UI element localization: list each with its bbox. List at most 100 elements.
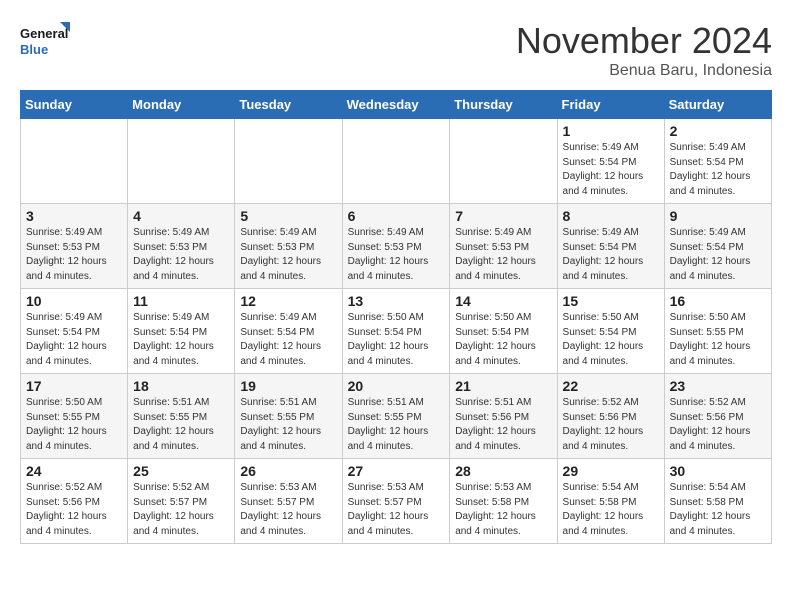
day-number: 13 xyxy=(348,293,445,309)
day-number: 6 xyxy=(348,208,445,224)
weekday-header-wednesday: Wednesday xyxy=(342,91,450,119)
calendar-cell: 23 Sunrise: 5:52 AMSunset: 5:56 PMDayligh… xyxy=(664,374,771,459)
day-number: 30 xyxy=(670,463,766,479)
day-info: Sunrise: 5:52 AMSunset: 5:56 PMDaylight:… xyxy=(563,396,659,454)
day-info: Sunrise: 5:49 AMSunset: 5:54 PMDaylight:… xyxy=(670,226,766,284)
day-info: Sunrise: 5:53 AMSunset: 5:58 PMDaylight:… xyxy=(455,481,551,539)
day-info: Sunrise: 5:50 AMSunset: 5:54 PMDaylight:… xyxy=(455,311,551,369)
calendar-cell: 24 Sunrise: 5:52 AMSunset: 5:56 PMDayligh… xyxy=(21,459,128,544)
logo: General Blue xyxy=(20,20,70,65)
day-info: Sunrise: 5:49 AMSunset: 5:53 PMDaylight:… xyxy=(240,226,336,284)
day-number: 7 xyxy=(455,208,551,224)
day-number: 1 xyxy=(563,123,659,139)
day-info: Sunrise: 5:49 AMSunset: 5:53 PMDaylight:… xyxy=(455,226,551,284)
calendar-cell: 20Sunrise: 5:51 AMSunset: 5:55 PMDayligh… xyxy=(342,374,450,459)
calendar-cell: 5 Sunrise: 5:49 AMSunset: 5:53 PMDaylight… xyxy=(235,204,342,289)
calendar-cell: 13 Sunrise: 5:50 AMSunset: 5:54 PMDayligh… xyxy=(342,289,450,374)
weekday-header-row: SundayMondayTuesdayWednesdayThursdayFrid… xyxy=(21,91,772,119)
day-number: 29 xyxy=(563,463,659,479)
calendar-week-2: 3 Sunrise: 5:49 AMSunset: 5:53 PMDaylight… xyxy=(21,204,772,289)
calendar-cell: 11Sunrise: 5:49 AMSunset: 5:54 PMDayligh… xyxy=(128,289,235,374)
day-info: Sunrise: 5:49 AMSunset: 5:54 PMDaylight:… xyxy=(240,311,336,369)
month-title: November 2024 xyxy=(516,20,772,62)
day-info: Sunrise: 5:52 AMSunset: 5:56 PMDaylight:… xyxy=(670,396,766,454)
day-number: 8 xyxy=(563,208,659,224)
calendar-cell: 26 Sunrise: 5:53 AMSunset: 5:57 PMDayligh… xyxy=(235,459,342,544)
day-number: 4 xyxy=(133,208,229,224)
day-info: Sunrise: 5:54 AMSunset: 5:58 PMDaylight:… xyxy=(563,481,659,539)
day-number: 2 xyxy=(670,123,766,139)
day-number: 26 xyxy=(240,463,336,479)
day-info: Sunrise: 5:54 AMSunset: 5:58 PMDaylight:… xyxy=(670,481,766,539)
calendar-cell: 7 Sunrise: 5:49 AMSunset: 5:53 PMDaylight… xyxy=(450,204,557,289)
calendar-cell: 14 Sunrise: 5:50 AMSunset: 5:54 PMDayligh… xyxy=(450,289,557,374)
calendar-cell: 28Sunrise: 5:53 AMSunset: 5:58 PMDayligh… xyxy=(450,459,557,544)
weekday-header-tuesday: Tuesday xyxy=(235,91,342,119)
day-number: 20 xyxy=(348,378,445,394)
day-info: Sunrise: 5:53 AMSunset: 5:57 PMDaylight:… xyxy=(240,481,336,539)
logo-svg: General Blue xyxy=(20,20,70,65)
calendar-cell: 27 Sunrise: 5:53 AMSunset: 5:57 PMDayligh… xyxy=(342,459,450,544)
calendar-cell: 4 Sunrise: 5:49 AMSunset: 5:53 PMDaylight… xyxy=(128,204,235,289)
weekday-header-sunday: Sunday xyxy=(21,91,128,119)
day-info: Sunrise: 5:51 AMSunset: 5:55 PMDaylight:… xyxy=(133,396,229,454)
day-info: Sunrise: 5:52 AMSunset: 5:57 PMDaylight:… xyxy=(133,481,229,539)
title-block: November 2024 Benua Baru, Indonesia xyxy=(516,20,772,80)
calendar-cell: 10 Sunrise: 5:49 AMSunset: 5:54 PMDayligh… xyxy=(21,289,128,374)
day-number: 16 xyxy=(670,293,766,309)
day-number: 21 xyxy=(455,378,551,394)
day-info: Sunrise: 5:51 AMSunset: 5:55 PMDaylight:… xyxy=(240,396,336,454)
calendar-cell: 17Sunrise: 5:50 AMSunset: 5:55 PMDayligh… xyxy=(21,374,128,459)
day-number: 3 xyxy=(26,208,122,224)
day-number: 24 xyxy=(26,463,122,479)
calendar-cell: 21 Sunrise: 5:51 AMSunset: 5:56 PMDayligh… xyxy=(450,374,557,459)
calendar-week-5: 24 Sunrise: 5:52 AMSunset: 5:56 PMDayligh… xyxy=(21,459,772,544)
day-info: Sunrise: 5:50 AMSunset: 5:54 PMDaylight:… xyxy=(563,311,659,369)
location-subtitle: Benua Baru, Indonesia xyxy=(516,62,772,80)
page-header: General Blue November 2024 Benua Baru, I… xyxy=(20,20,772,80)
day-number: 18 xyxy=(133,378,229,394)
weekday-header-friday: Friday xyxy=(557,91,664,119)
day-info: Sunrise: 5:49 AMSunset: 5:53 PMDaylight:… xyxy=(348,226,445,284)
calendar-cell: 18 Sunrise: 5:51 AMSunset: 5:55 PMDayligh… xyxy=(128,374,235,459)
day-info: Sunrise: 5:50 AMSunset: 5:55 PMDaylight:… xyxy=(26,396,122,454)
day-number: 5 xyxy=(240,208,336,224)
calendar-cell: 16Sunrise: 5:50 AMSunset: 5:55 PMDayligh… xyxy=(664,289,771,374)
day-info: Sunrise: 5:49 AMSunset: 5:54 PMDaylight:… xyxy=(670,141,766,199)
calendar-cell: 3Sunrise: 5:49 AMSunset: 5:53 PMDaylight… xyxy=(21,204,128,289)
calendar-cell xyxy=(21,119,128,204)
calendar-cell: 8Sunrise: 5:49 AMSunset: 5:54 PMDaylight… xyxy=(557,204,664,289)
calendar-cell: 1 Sunrise: 5:49 AMSunset: 5:54 PMDaylight… xyxy=(557,119,664,204)
day-info: Sunrise: 5:52 AMSunset: 5:56 PMDaylight:… xyxy=(26,481,122,539)
day-number: 23 xyxy=(670,378,766,394)
calendar-week-4: 17Sunrise: 5:50 AMSunset: 5:55 PMDayligh… xyxy=(21,374,772,459)
calendar-cell: 22 Sunrise: 5:52 AMSunset: 5:56 PMDayligh… xyxy=(557,374,664,459)
day-info: Sunrise: 5:49 AMSunset: 5:54 PMDaylight:… xyxy=(563,141,659,199)
day-info: Sunrise: 5:51 AMSunset: 5:56 PMDaylight:… xyxy=(455,396,551,454)
day-info: Sunrise: 5:49 AMSunset: 5:54 PMDaylight:… xyxy=(26,311,122,369)
weekday-header-thursday: Thursday xyxy=(450,91,557,119)
calendar-cell: 9Sunrise: 5:49 AMSunset: 5:54 PMDaylight… xyxy=(664,204,771,289)
day-info: Sunrise: 5:49 AMSunset: 5:53 PMDaylight:… xyxy=(133,226,229,284)
calendar-table: SundayMondayTuesdayWednesdayThursdayFrid… xyxy=(20,90,772,544)
day-number: 10 xyxy=(26,293,122,309)
weekday-header-saturday: Saturday xyxy=(664,91,771,119)
svg-text:Blue: Blue xyxy=(20,42,48,57)
day-number: 14 xyxy=(455,293,551,309)
calendar-cell: 29 Sunrise: 5:54 AMSunset: 5:58 PMDayligh… xyxy=(557,459,664,544)
calendar-cell: 6 Sunrise: 5:49 AMSunset: 5:53 PMDaylight… xyxy=(342,204,450,289)
calendar-week-3: 10 Sunrise: 5:49 AMSunset: 5:54 PMDayligh… xyxy=(21,289,772,374)
calendar-cell xyxy=(342,119,450,204)
day-number: 27 xyxy=(348,463,445,479)
calendar-cell: 2 Sunrise: 5:49 AMSunset: 5:54 PMDaylight… xyxy=(664,119,771,204)
day-number: 15 xyxy=(563,293,659,309)
calendar-cell: 15 Sunrise: 5:50 AMSunset: 5:54 PMDayligh… xyxy=(557,289,664,374)
calendar-cell: 12Sunrise: 5:49 AMSunset: 5:54 PMDayligh… xyxy=(235,289,342,374)
day-info: Sunrise: 5:50 AMSunset: 5:54 PMDaylight:… xyxy=(348,311,445,369)
weekday-header-monday: Monday xyxy=(128,91,235,119)
day-info: Sunrise: 5:53 AMSunset: 5:57 PMDaylight:… xyxy=(348,481,445,539)
calendar-cell: 30 Sunrise: 5:54 AMSunset: 5:58 PMDayligh… xyxy=(664,459,771,544)
day-number: 19 xyxy=(240,378,336,394)
svg-text:General: General xyxy=(20,26,68,41)
day-number: 22 xyxy=(563,378,659,394)
